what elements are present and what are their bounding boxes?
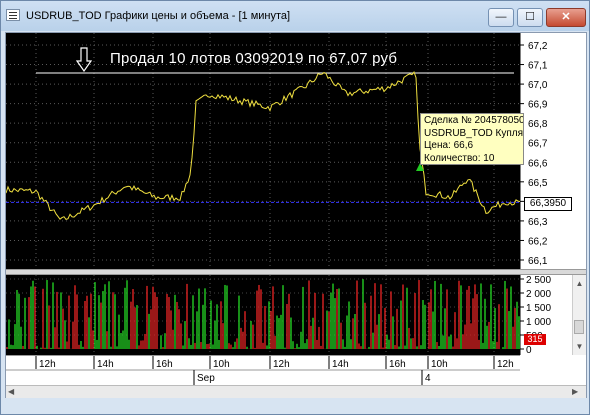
- price-tick-label: 66,2: [528, 236, 548, 247]
- time-tick-label: 16h: [156, 359, 173, 370]
- time-tick-label: 14h: [97, 359, 114, 370]
- time-tick-label: 12h: [273, 359, 290, 370]
- time-tick-label: 10h: [213, 359, 230, 370]
- price-axis: 67,267,167,066,966,866,766,666,566,466,3…: [519, 33, 586, 269]
- volume-tick-label: 1 000: [526, 317, 551, 328]
- price-tick-label: 66,9: [528, 100, 548, 111]
- price-tick-label: 66,7: [528, 139, 548, 150]
- horizontal-scrollbar[interactable]: ◀ ▶: [6, 385, 586, 398]
- volume-tick-label: 1 500: [526, 303, 551, 314]
- maximize-button[interactable]: ☐: [517, 8, 543, 27]
- volume-last-label: 315: [524, 334, 546, 345]
- time-axis-ticks: 12h 14h 16h 10h 12h 14h 16h 10h 12h Sep 4: [6, 356, 520, 386]
- time-axis: 12h 14h 16h 10h 12h 14h 16h 10h 12h Sep 4: [6, 355, 520, 386]
- price-tick-label: 67,2: [528, 41, 548, 52]
- date-label: 4: [425, 373, 431, 384]
- scroll-left-arrow-icon[interactable]: ◀: [8, 386, 14, 398]
- deal-number: Сделка № 204578050: [424, 115, 524, 126]
- scroll-thumb[interactable]: [574, 320, 584, 334]
- chart-client-area: Продал 10 лотов 03092019 по 67,07 руб 67…: [5, 32, 587, 398]
- deal-direction: USDRUB_TOD Купля: [424, 127, 523, 139]
- price-tick-label: 66,5: [528, 178, 548, 189]
- deal-price: Цена: 66,6: [424, 140, 474, 151]
- price-tick-label: 66,3: [528, 217, 548, 228]
- down-arrow-icon: [76, 47, 92, 73]
- price-tick-label: 67,1: [528, 61, 548, 72]
- price-tick-label: 66,6: [528, 158, 548, 169]
- time-tick-label: 12h: [497, 359, 514, 370]
- date-label: Sep: [197, 373, 215, 384]
- price-tick-label: 66,1: [528, 256, 548, 267]
- time-tick-label: 14h: [332, 359, 349, 370]
- time-tick-label: 10h: [431, 359, 448, 370]
- price-tick-label: 67,0: [528, 80, 548, 91]
- scroll-down-arrow-icon[interactable]: ▼: [573, 341, 586, 353]
- scroll-up-arrow-icon[interactable]: ▲: [573, 278, 586, 290]
- scroll-right-arrow-icon[interactable]: ▶: [572, 386, 578, 398]
- minimize-button[interactable]: —: [488, 8, 514, 27]
- chart-window: USDRUB_TOD Графики цены и объема - [1 ми…: [0, 0, 590, 415]
- price-tick-label: 66,8: [528, 119, 548, 130]
- time-tick-label: 12h: [39, 359, 56, 370]
- volume-chart[interactable]: [6, 275, 520, 355]
- price-axis-ticks: 67,267,167,066,966,866,766,666,566,466,3…: [519, 33, 548, 269]
- trade-annotation-headline: Продал 10 лотов 03092019 по 67,07 руб: [110, 50, 398, 67]
- volume-chart-pane[interactable]: [6, 275, 520, 355]
- deal-tooltip: Сделка № 204578050 USDRUB_TOD Купля Цена…: [420, 113, 524, 165]
- volume-tick-label: 2 000: [526, 289, 551, 300]
- title-bar[interactable]: USDRUB_TOD Графики цены и объема - [1 ми…: [1, 1, 589, 31]
- volume-tick-label: 0: [526, 345, 532, 355]
- window-app-icon[interactable]: [6, 9, 20, 21]
- close-button[interactable]: ✕: [546, 8, 586, 27]
- time-tick-label: 16h: [389, 359, 406, 370]
- volume-tick-label: 2 500: [526, 275, 551, 286]
- deal-quantity: Количество: 10: [424, 152, 495, 164]
- window-title: USDRUB_TOD Графики цены и объема - [1 ми…: [26, 10, 291, 22]
- last-price-label: 66,3950: [524, 197, 572, 211]
